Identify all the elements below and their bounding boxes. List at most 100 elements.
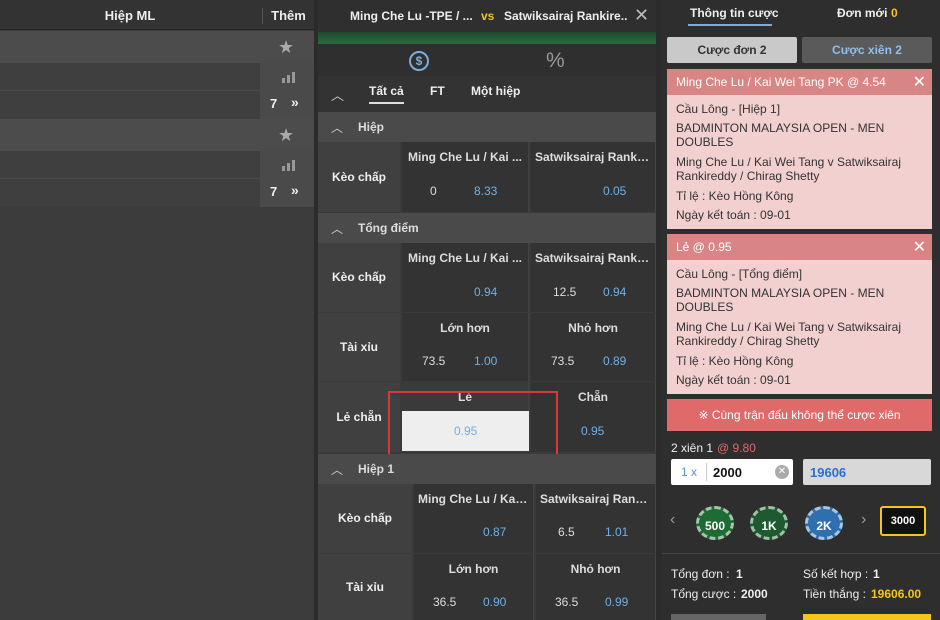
odds-value[interactable]: 0.89 [603, 354, 626, 368]
more-count[interactable]: 7 [270, 184, 277, 199]
chevron-right-icon[interactable]: › [861, 511, 866, 529]
row-label: Tài xỉu [318, 313, 400, 381]
section-hiep-1[interactable]: ︿ Hiệp 1 [318, 454, 656, 484]
odds-cell[interactable]: Lớn hơn 36.5 0.90 [414, 554, 534, 620]
stats-icon[interactable] [282, 160, 296, 171]
match-row[interactable]: 7 » [0, 151, 314, 207]
left-header: Hiệp ML Thêm [0, 0, 314, 30]
close-icon[interactable]: ✕ [634, 5, 649, 26]
match-row[interactable]: 7 » [0, 63, 314, 119]
double-chevron-icon[interactable]: » [291, 94, 299, 110]
row-label: Kèo chấp [318, 142, 400, 212]
tab-new-bets[interactable]: Đơn mới [837, 6, 887, 20]
close-icon[interactable]: ✕ [913, 237, 926, 257]
more-cell[interactable] [260, 63, 314, 119]
total-bets-label: Tổng đơn : [671, 567, 730, 581]
odds-value[interactable]: 0.94 [603, 285, 626, 299]
parlay-odds: @ 9.80 [717, 441, 756, 455]
stake-field[interactable]: 1 x 2000 ✕ [671, 459, 793, 485]
cancel-button[interactable] [671, 614, 766, 620]
handicap: 6.5 [558, 525, 575, 539]
chip-500[interactable]: 500 [696, 506, 734, 540]
chevron-up-icon[interactable]: ︿ [331, 461, 343, 478]
odds-cell[interactable]: Ming Che Lu / Kai ... 0.87 [414, 484, 534, 553]
chip-3000[interactable]: 3000 [880, 506, 926, 536]
under-header: Nhỏ hơn [570, 562, 621, 576]
bet-odds-type: Tỉ lệ : Kèo Hồng Kông [676, 189, 794, 203]
market-tabs: ︿ Tất cả FT Một hiệp [318, 76, 656, 112]
bet-match: Ming Che Lu / Kai Wei Tang v Satwiksaira… [676, 155, 901, 169]
odds-value[interactable]: 0.95 [581, 424, 604, 438]
percent-icon[interactable]: % [546, 49, 565, 73]
odds-value[interactable]: 0.99 [605, 595, 628, 609]
odds-value[interactable]: 1.00 [474, 354, 497, 368]
odds-value[interactable]: 0.90 [483, 595, 506, 609]
stake-input[interactable]: 2000 [713, 465, 742, 480]
home-team: Ming Che Lu -TPE / ... [350, 9, 473, 23]
section-title: Tổng điểm [358, 221, 419, 235]
odds-cell[interactable]: Ming Che Lu / Kai ... 0.94 [402, 243, 529, 312]
odds-value[interactable]: 0.87 [483, 525, 506, 539]
active-tab-underline [688, 24, 772, 26]
clear-icon[interactable]: ✕ [775, 465, 789, 479]
more-cell[interactable] [260, 151, 314, 207]
odds-cell[interactable]: Nhỏ hơn 36.5 0.99 [536, 554, 656, 620]
section-tong-diem[interactable]: ︿ Tổng điểm [318, 213, 656, 243]
row-label: Kèo chấp [318, 243, 400, 312]
winnings-label: Tiền thắng : [803, 587, 866, 601]
bet-card: Ming Che Lu / Kai Wei Tang PK @ 4.54 ✕ C… [667, 69, 932, 229]
chevron-left-icon[interactable]: ‹ [670, 511, 675, 529]
chip-2k[interactable]: 2K [805, 506, 843, 540]
bet-league: BADMINTON MALAYSIA OPEN - MEN [676, 286, 885, 300]
handicap: 0 [430, 184, 437, 198]
odds-value[interactable]: 0.05 [603, 184, 626, 198]
tab-one-half[interactable]: Một hiệp [471, 84, 520, 98]
bet-league-cont: DOUBLES [676, 300, 734, 314]
stats-icon[interactable] [282, 72, 296, 83]
combo-count: 1 [873, 567, 880, 581]
odds-value[interactable]: 8.33 [474, 184, 497, 198]
odds-cell[interactable]: Satwiksairaj Rankir... 12.5 0.94 [531, 243, 656, 312]
line-value: 36.5 [433, 595, 457, 609]
double-chevron-icon[interactable]: » [291, 182, 299, 198]
tab-ft[interactable]: FT [430, 84, 445, 98]
more-count[interactable]: 7 [270, 96, 277, 111]
payout-value: 19606 [810, 465, 847, 480]
star-icon[interactable]: ★ [278, 125, 294, 146]
row-label: Tài xỉu [318, 554, 412, 620]
league-row: ★ [0, 31, 314, 63]
payout-field: 19606 [803, 459, 931, 485]
star-icon[interactable]: ★ [278, 37, 294, 58]
chip-1k[interactable]: 1K [750, 506, 788, 540]
tab-all[interactable]: Tất cả [369, 84, 404, 104]
odds-cell[interactable]: Satwiksairaj Rankir... 0.05 [531, 142, 656, 212]
close-icon[interactable]: ✕ [913, 72, 926, 92]
odds-value[interactable]: 1.01 [605, 525, 628, 539]
divider [662, 553, 940, 554]
chevron-up-icon[interactable]: ︿ [331, 119, 343, 136]
collapse-all-icon[interactable]: ︿ [331, 85, 344, 104]
place-bet-button[interactable] [803, 614, 931, 620]
divider [706, 463, 707, 481]
bet-odds-type: Tỉ lệ : Kèo Hồng Kông [676, 354, 794, 368]
single-bet-button[interactable]: Cược đơn 2 [667, 37, 797, 63]
odds-cell[interactable]: Ming Che Lu / Kai ... 0 8.33 [402, 142, 529, 212]
away-team: Satwiksairaj Rankire... [504, 9, 628, 23]
odds-cell[interactable]: Nhỏ hơn 73.5 0.89 [531, 313, 656, 381]
chevron-up-icon[interactable]: ︿ [331, 220, 343, 237]
team-header: Satwiksairaj Rankir... [535, 150, 655, 164]
total-bets: 1 [736, 567, 743, 581]
section-hiep[interactable]: ︿ Hiệp [318, 112, 656, 142]
bet-sport: Cầu Lông - [Hiệp 1] [676, 102, 781, 116]
tab-bet-info[interactable]: Thông tin cược [690, 6, 779, 20]
bet-card-header: Ming Che Lu / Kai Wei Tang PK @ 4.54 [667, 69, 932, 95]
odds-cell[interactable]: Satwiksairaj Rankir... 6.5 1.01 [536, 484, 656, 553]
total-stake-label: Tổng cược : [671, 587, 737, 601]
team-header: Satwiksairaj Rankir... [535, 251, 655, 265]
highlight-box [388, 391, 558, 463]
dollar-icon[interactable]: $ [409, 51, 429, 71]
odds-cell[interactable]: Lớn hơn 73.5 1.00 [402, 313, 529, 381]
league-row: ★ [0, 119, 314, 151]
odds-value[interactable]: 0.94 [474, 285, 497, 299]
parlay-bet-button[interactable]: Cược xiên 2 [802, 37, 932, 63]
